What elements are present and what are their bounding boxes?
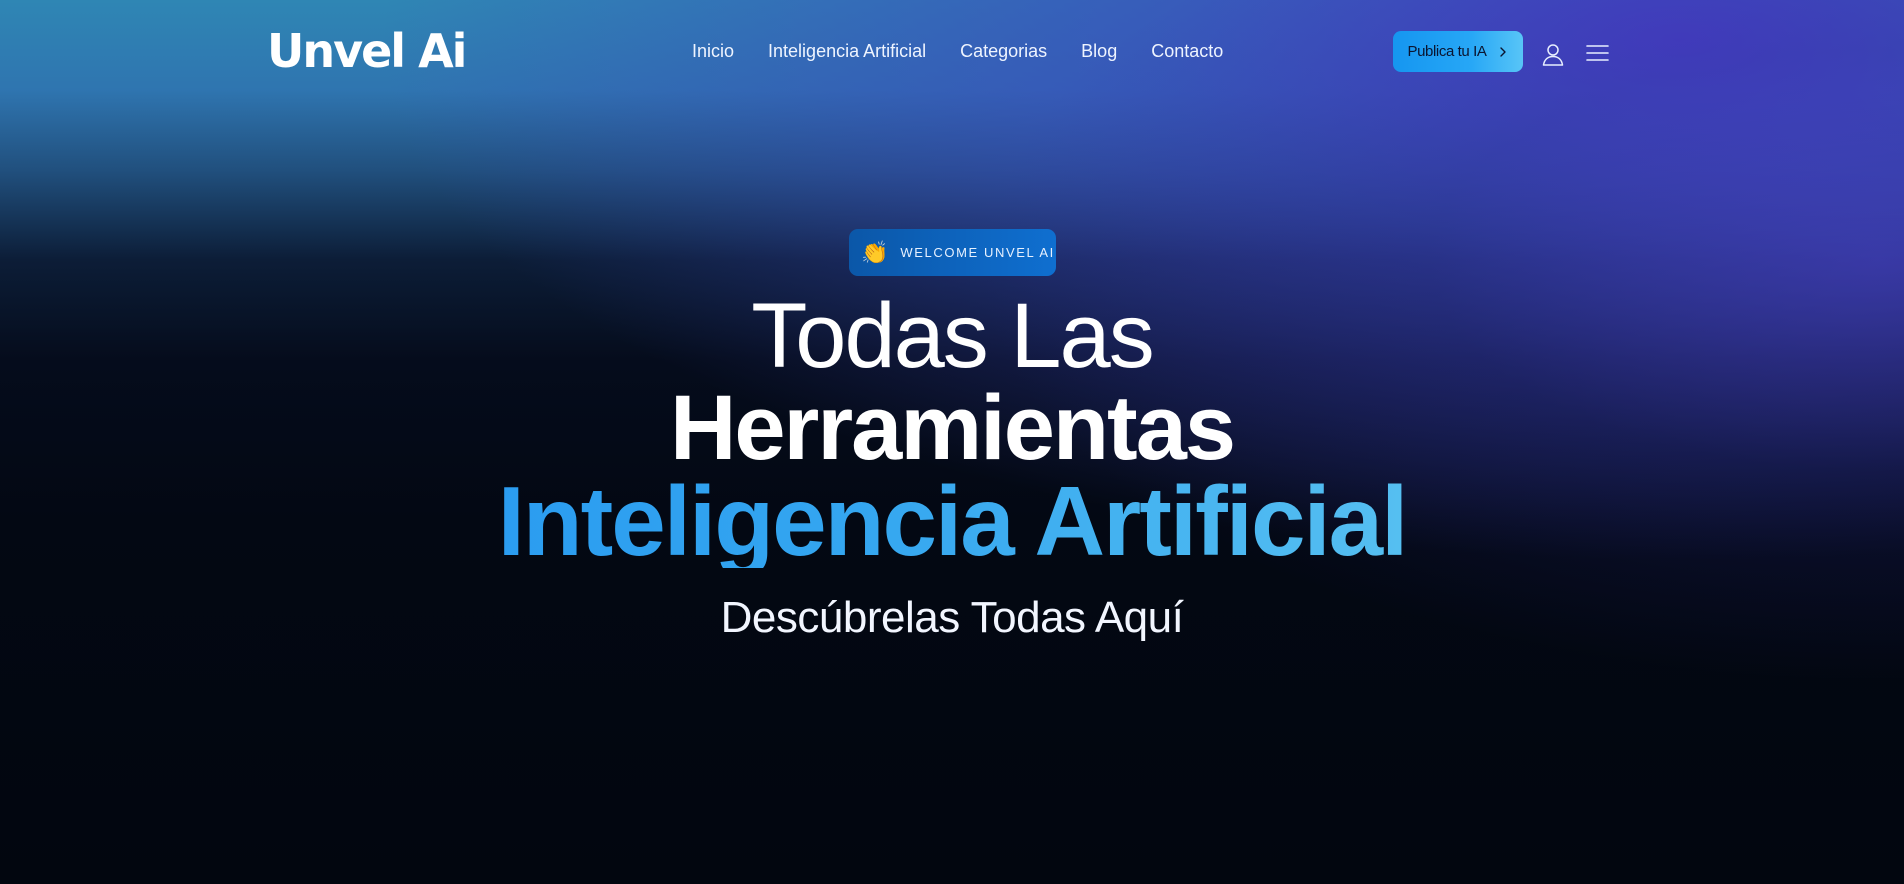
headline-line-1: Todas Las [751, 285, 1154, 387]
main-nav: Inicio Inteligencia Artificial Categoria… [692, 38, 1223, 64]
hamburger-menu-icon[interactable] [1586, 43, 1609, 63]
publish-ai-button-label: Publica tu IA [1407, 43, 1487, 60]
welcome-badge-text: WELCOME UNVEL AI [900, 245, 1055, 260]
logo[interactable]: Unvel Ai [267, 22, 467, 80]
navbar: Unvel Ai Inicio Inteligencia Artificial … [0, 0, 1904, 104]
welcome-badge: 👏 WELCOME UNVEL AI [849, 229, 1056, 276]
headline-accent: Inteligencia Artificial [0, 472, 1904, 570]
chevron-right-icon [1499, 46, 1506, 57]
nav-item-inicio[interactable]: Inicio [692, 38, 734, 64]
nav-item-categorias[interactable]: Categorias [960, 38, 1047, 64]
nav-item-blog[interactable]: Blog [1081, 38, 1117, 64]
hero-headline: Todas Las Herramientas Inteligencia Arti… [0, 285, 1904, 570]
user-icon[interactable] [1541, 42, 1565, 66]
publish-ai-button[interactable]: Publica tu IA [1393, 31, 1523, 72]
headline-line-2: Herramientas [669, 377, 1236, 479]
hero-subtitle: Descúbrelas Todas Aquí [720, 593, 1184, 642]
nav-item-inteligencia-artificial[interactable]: Inteligencia Artificial [768, 38, 926, 64]
clapping-hands-icon: 👏 [861, 239, 889, 265]
nav-item-contacto[interactable]: Contacto [1151, 38, 1223, 64]
